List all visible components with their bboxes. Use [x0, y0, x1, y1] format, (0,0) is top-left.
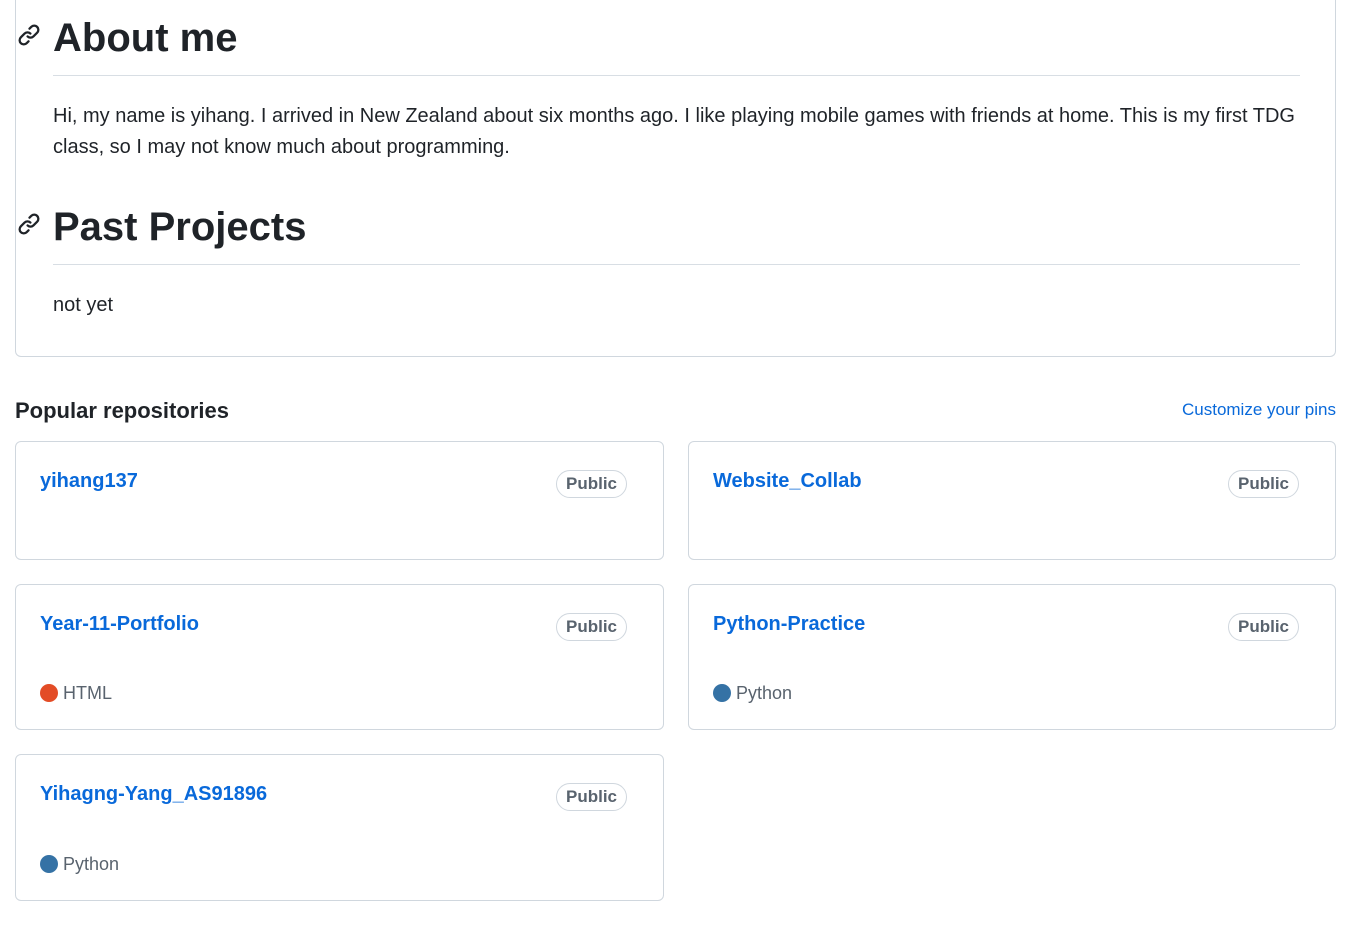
- repo-card: Year-11-Portfolio Public HTML: [15, 584, 664, 730]
- visibility-badge: Public: [1227, 613, 1299, 641]
- repo-name-link[interactable]: Year-11-Portfolio: [40, 613, 199, 636]
- repo-card: Website_Collab Public: [688, 441, 1336, 560]
- about-heading: About me: [53, 16, 238, 60]
- popular-repositories-title: Popular repositories: [15, 398, 229, 423]
- visibility-badge: Public: [1227, 470, 1299, 498]
- language-name: HTML: [63, 682, 112, 703]
- repo-name-link[interactable]: yihang137: [40, 470, 138, 493]
- language-color-dot: [713, 684, 731, 702]
- link-icon[interactable]: [17, 212, 41, 236]
- visibility-badge: Public: [555, 783, 627, 811]
- language-name: Python: [736, 682, 793, 703]
- about-text: Hi, my name is yihang. I arrived in New …: [53, 105, 1295, 158]
- projects-text: not yet: [53, 294, 114, 316]
- repo-language: Python: [40, 854, 119, 874]
- language-color-dot: [40, 684, 58, 702]
- visibility-badge: Public: [555, 613, 627, 641]
- repo-name-link[interactable]: Yihagng-Yang_AS91896: [40, 783, 267, 806]
- readme-box: About me Hi, my name is yihang. I arrive…: [15, 0, 1336, 357]
- repo-language: HTML: [40, 683, 112, 703]
- repo-name-link[interactable]: Website_Collab: [713, 470, 862, 493]
- repo-language: Python: [713, 683, 792, 703]
- about-divider: [53, 75, 1300, 76]
- repo-card: Python-Practice Public Python: [688, 584, 1336, 730]
- language-color-dot: [40, 855, 58, 873]
- repo-card: yihang137 Public: [15, 441, 664, 560]
- language-name: Python: [63, 853, 120, 874]
- repo-card: Yihagng-Yang_AS91896 Public Python: [15, 754, 664, 901]
- link-icon[interactable]: [17, 23, 41, 47]
- visibility-badge: Public: [555, 470, 627, 498]
- customize-pins-link[interactable]: Customize your pins: [1182, 400, 1336, 420]
- repo-name-link[interactable]: Python-Practice: [713, 613, 865, 636]
- projects-divider: [53, 264, 1300, 265]
- projects-heading: Past Projects: [53, 205, 307, 249]
